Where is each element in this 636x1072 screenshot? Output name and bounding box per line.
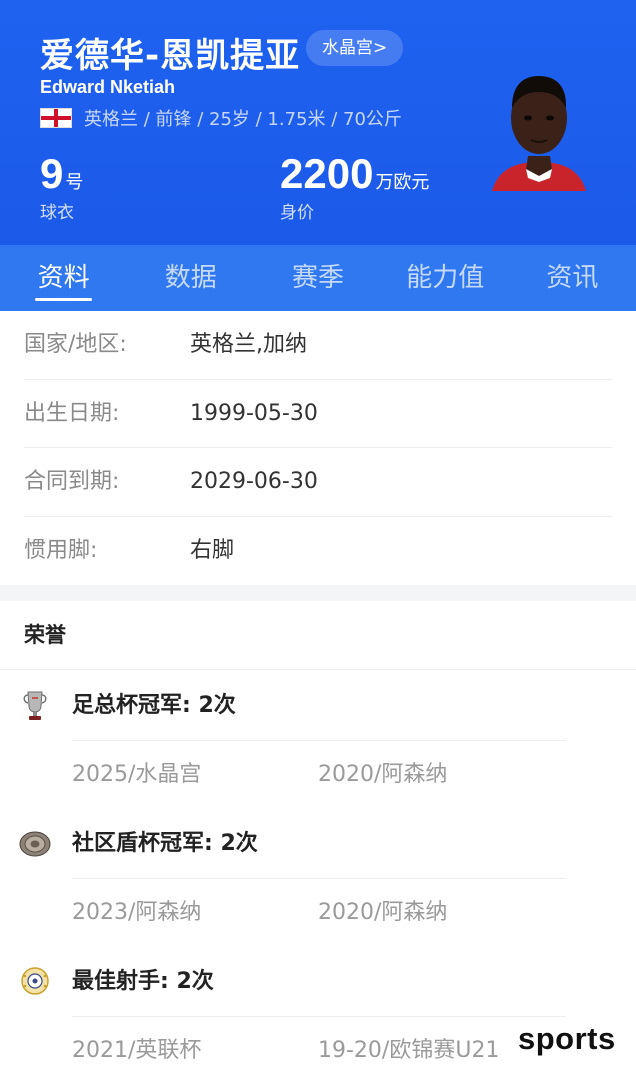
tab-news[interactable]: 资讯 [509,245,636,311]
tab-profile[interactable]: 资料 [0,245,127,311]
info-label: 国家/地区: [24,332,127,357]
england-flag-icon [40,108,72,128]
player-header: 爱德华-恩凯提亚 水晶宫> Edward Nketiah 英格兰 / 前锋 / … [0,0,636,245]
info-label: 合同到期: [24,469,120,494]
info-value: 右脚 [190,537,235,563]
player-name-cn: 爱德华-恩凯提亚 [40,36,301,76]
honor-title: 最佳射手: 2次 [72,969,214,994]
tab-bar: 资料 数据 赛季 能力值 资讯 [0,245,636,311]
info-value: 英格兰,加纳 [190,332,307,357]
market-value-unit: 万欧元 [375,172,430,193]
info-label: 惯用脚: [24,537,98,563]
info-row-foot: 惯用脚: 右脚 [24,517,612,586]
info-row-birthdate: 出生日期: 1999-05-30 [24,380,612,448]
shirt-number: 9号 [40,150,83,198]
honor-entry: 2023/阿森纳 [72,900,202,925]
section-divider [0,585,636,601]
shirt-label: 球衣 [40,203,74,223]
honors-title: 荣誉 [24,623,66,647]
community-shield-icon [19,831,51,857]
honor-divider [72,740,566,741]
honor-divider [72,878,566,879]
fa-cup-icon [23,691,47,720]
top-scorer-icon [21,967,49,995]
sports-watermark: sports [518,1021,616,1056]
honor-divider [72,1016,566,1017]
honor-entry: 2025/水晶宫 [72,762,202,787]
honor-title: 社区盾杯冠军: 2次 [72,831,258,856]
info-value: 2029-06-30 [190,469,318,494]
player-name-en: Edward Nketiah [40,77,176,97]
market-value-number: 2200 [280,150,374,197]
honor-entry: 2020/阿森纳 [318,900,448,925]
profile-info-list: 国家/地区: 英格兰,加纳 出生日期: 1999-05-30 合同到期: 202… [0,311,636,585]
tab-season[interactable]: 赛季 [254,245,381,311]
honor-entry: 2020/阿森纳 [318,762,448,787]
honor-title: 足总杯冠军: 2次 [72,693,236,718]
info-label: 出生日期: [24,400,120,426]
honor-entry: 2021/英联杯 [72,1038,202,1063]
info-value: 1999-05-30 [190,400,318,426]
market-value-label: 身价 [280,203,314,223]
honor-fa-cup: 足总杯冠军: 2次 2025/水晶宫 2020/阿森纳 [0,670,636,808]
shirt-number-unit: 号 [65,172,84,193]
info-row-contract: 合同到期: 2029-06-30 [24,448,612,517]
tab-stats[interactable]: 数据 [127,245,254,311]
honor-community-shield: 社区盾杯冠军: 2次 2023/阿森纳 2020/阿森纳 [0,808,636,946]
club-link-button[interactable]: 水晶宫> [306,30,404,66]
info-row-country: 国家/地区: 英格兰,加纳 [24,311,612,380]
market-value: 2200 万欧元 [280,150,429,198]
tab-ability[interactable]: 能力值 [382,245,509,311]
player-avatar [492,76,586,191]
player-meta: 英格兰 / 前锋 / 25岁 / 1.75米 / 70公斤 [84,109,402,130]
honor-entry: 19-20/欧锦赛U21 [318,1038,500,1063]
shirt-number-value: 9 [40,150,64,197]
